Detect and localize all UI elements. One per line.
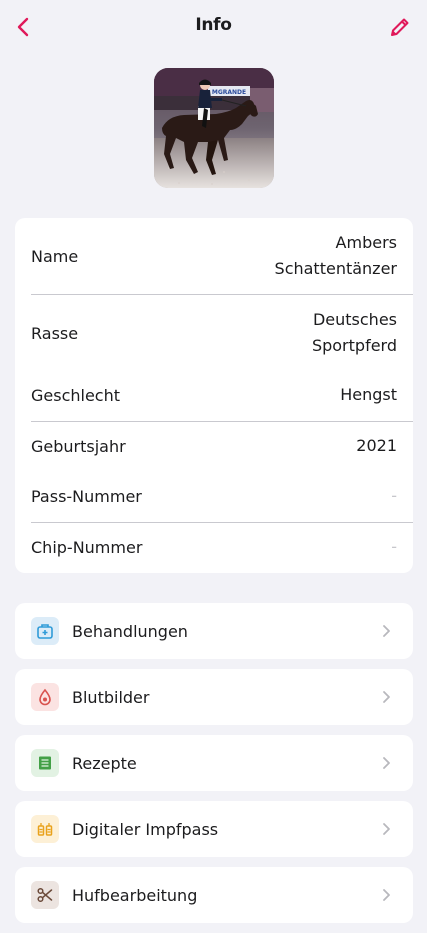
hoof-tools-icon	[31, 881, 59, 909]
chevron-right-icon	[383, 691, 390, 703]
menu-item-treatments[interactable]: Behandlungen	[15, 603, 413, 659]
prescription-list-icon	[31, 749, 59, 777]
detail-label: Chip-Nummer	[31, 537, 143, 557]
page-title: Info	[195, 15, 232, 35]
menu-item-vaccination-passport[interactable]: Digitaler Impfpass	[15, 801, 413, 857]
detail-row-breed: Rasse Deutsches Sportpferd	[31, 307, 397, 359]
menu-item-label: Digitaler Impfpass	[72, 819, 219, 839]
menu-item-label: Rezepte	[72, 753, 137, 773]
detail-value: -	[391, 486, 397, 505]
horse-dressage-image: MGRANDE	[154, 68, 274, 188]
divider	[31, 522, 413, 523]
vaccine-icon	[31, 815, 59, 843]
pencil-icon	[391, 18, 409, 36]
detail-label: Geburtsjahr	[31, 436, 126, 456]
menu-item-prescriptions[interactable]: Rezepte	[15, 735, 413, 791]
detail-row-chip-number: Chip-Nummer -	[31, 534, 397, 560]
navigation-bar: Info	[0, 0, 427, 54]
chevron-right-icon	[383, 889, 390, 901]
menu-item-label: Blutbilder	[72, 687, 150, 707]
detail-label: Name	[31, 246, 79, 266]
divider	[31, 421, 413, 422]
menu-item-label: Behandlungen	[72, 621, 188, 641]
blood-drop-icon	[31, 683, 59, 711]
detail-row-name: Name Ambers Schattentänzer	[31, 230, 397, 282]
divider	[31, 294, 413, 295]
horse-photo[interactable]: MGRANDE	[154, 68, 274, 188]
edit-button[interactable]	[385, 12, 415, 42]
detail-row-passport-number: Pass-Nummer -	[31, 483, 397, 509]
chevron-right-icon	[383, 625, 390, 637]
menu-item-blood-counts[interactable]: Blutbilder	[15, 669, 413, 725]
medical-kit-icon	[31, 617, 59, 645]
menu-item-label: Hufbearbeitung	[72, 885, 198, 905]
chevron-right-icon	[383, 823, 390, 835]
detail-value: -	[391, 537, 397, 556]
menu-item-hoof-care[interactable]: Hufbearbeitung	[15, 867, 413, 923]
horse-details-card: Name Ambers Schattentänzer Rasse Deutsch…	[15, 218, 413, 573]
detail-label: Geschlecht	[31, 385, 121, 405]
detail-value: Ambers Schattentänzer	[274, 233, 397, 278]
detail-value: Hengst	[340, 385, 397, 404]
detail-value: Deutsches Sportpferd	[311, 310, 397, 355]
detail-value: 2021	[356, 436, 397, 455]
detail-row-sex: Geschlecht Hengst	[31, 382, 397, 408]
detail-row-birthyear: Geburtsjahr 2021	[31, 433, 397, 459]
detail-label: Rasse	[31, 323, 79, 343]
banner-text: MGRANDE	[212, 89, 246, 96]
chevron-right-icon	[383, 757, 390, 769]
detail-label: Pass-Nummer	[31, 486, 142, 506]
